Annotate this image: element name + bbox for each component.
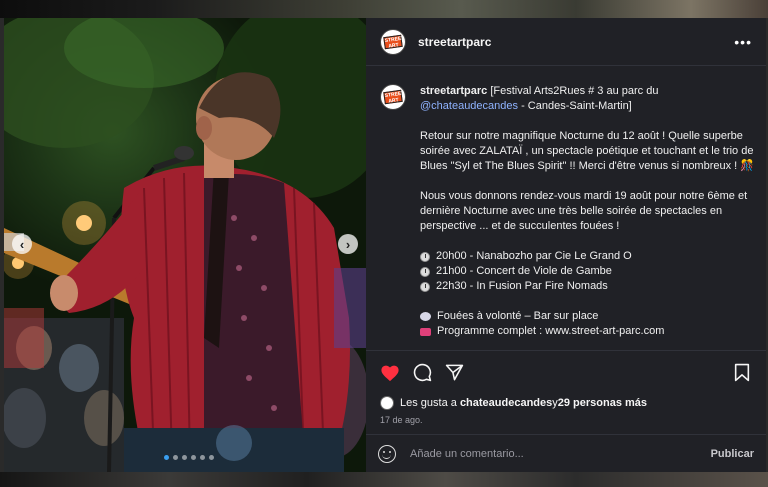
carousel-next-button[interactable]: › [338, 234, 358, 254]
post-header: STREET ART PARC streetartparc ••• [366, 18, 766, 66]
send-icon [445, 364, 463, 381]
more-options-icon[interactable]: ••• [734, 34, 752, 50]
liker-avatar[interactable] [380, 396, 394, 410]
caption-paragraph-2: Nous vous donnons rendez-vous mardi 19 a… [420, 190, 748, 232]
caption-intro-end: - Candes-Saint-Martin] [518, 100, 632, 112]
heart-icon [381, 365, 399, 381]
carousel-prev-button[interactable]: ‹ [12, 234, 32, 254]
mention-link[interactable]: @chateaudecandes [420, 100, 518, 112]
carousel-dot [209, 455, 214, 460]
liker-username[interactable]: chateaudecandes [460, 397, 552, 409]
plate-icon [420, 312, 431, 321]
like-button[interactable] [380, 363, 400, 383]
schedule-item: 20h00 - Nanabozho par Cie Le Grand O [420, 249, 756, 264]
post-photo: ‹ › [4, 18, 366, 472]
comment-icon [413, 363, 431, 382]
post-date[interactable]: 17 de ago. [366, 412, 766, 428]
share-button[interactable] [444, 363, 464, 383]
carousel-dot [164, 455, 169, 460]
clock-icon [420, 266, 430, 277]
clock-icon [420, 251, 430, 262]
clock-icon [420, 281, 430, 292]
comment-input[interactable]: Añade un comentario... [410, 448, 711, 460]
background-strip-bottom [0, 472, 768, 487]
caption-body: streetartparc [Festival Arts2Rues # 3 au… [420, 84, 756, 350]
extras-item: Fouées à volonté – Bar sur place [420, 309, 756, 324]
carousel-dot [173, 455, 178, 460]
publish-button[interactable]: Publicar [711, 448, 754, 460]
ticket-icon [420, 327, 431, 336]
carousel-dot [182, 455, 187, 460]
post-side-panel: STREET ART PARC streetartparc ••• STREET… [366, 18, 766, 472]
extras-list: Fouées à volonté – Bar sur place Program… [420, 309, 756, 339]
bookmark-icon [734, 363, 750, 382]
chevron-left-icon: ‹ [19, 236, 25, 252]
schedule-list: 20h00 - Nanabozho par Cie Le Grand O 21h… [420, 249, 756, 294]
extras-item: Programme complet : www.street-art-parc.… [420, 324, 756, 339]
post-actions [366, 350, 766, 394]
caption-intro: streetartparc [Festival Arts2Rues # 3 au… [420, 84, 756, 114]
carousel-dot [191, 455, 196, 460]
save-button[interactable] [732, 363, 752, 383]
schedule-item: 21h00 - Concert de Viole de Gambe [420, 264, 756, 279]
likes-count[interactable]: 29 personas más [558, 397, 647, 409]
avatar[interactable]: STREET ART PARC [380, 28, 406, 55]
comment-bar: Añade un comentario... Publicar [366, 434, 766, 472]
concert-photo-illustration [4, 18, 366, 472]
caption-username[interactable]: streetartparc [420, 85, 487, 97]
carousel-dot [200, 455, 205, 460]
carousel-dots [164, 455, 214, 460]
comment-button[interactable] [412, 363, 432, 383]
likes-summary: Les gusta a chateaudecandes y 29 persona… [366, 394, 766, 412]
brand-logo: STREET ART PARC [383, 89, 405, 110]
schedule-item: 22h30 - In Fusion Par Fire Nomads [420, 279, 756, 294]
post-modal: ‹ › STREET ART PARC streetartparc ••• ST… [4, 18, 766, 472]
post-caption: STREET ART PARC streetartparc [Festival … [366, 66, 766, 350]
emoji-icon[interactable] [378, 444, 396, 463]
chevron-right-icon: › [345, 236, 351, 252]
caption-paragraph-1: Retour sur notre magnifique Nocturne du … [420, 130, 754, 172]
caption-avatar[interactable]: STREET ART PARC [380, 84, 406, 110]
caption-intro-text: [Festival Arts2Rues # 3 au parc du [487, 85, 659, 97]
post-username[interactable]: streetartparc [418, 35, 734, 49]
background-strip-top [0, 0, 768, 18]
brand-logo: STREET ART PARC [383, 34, 405, 55]
